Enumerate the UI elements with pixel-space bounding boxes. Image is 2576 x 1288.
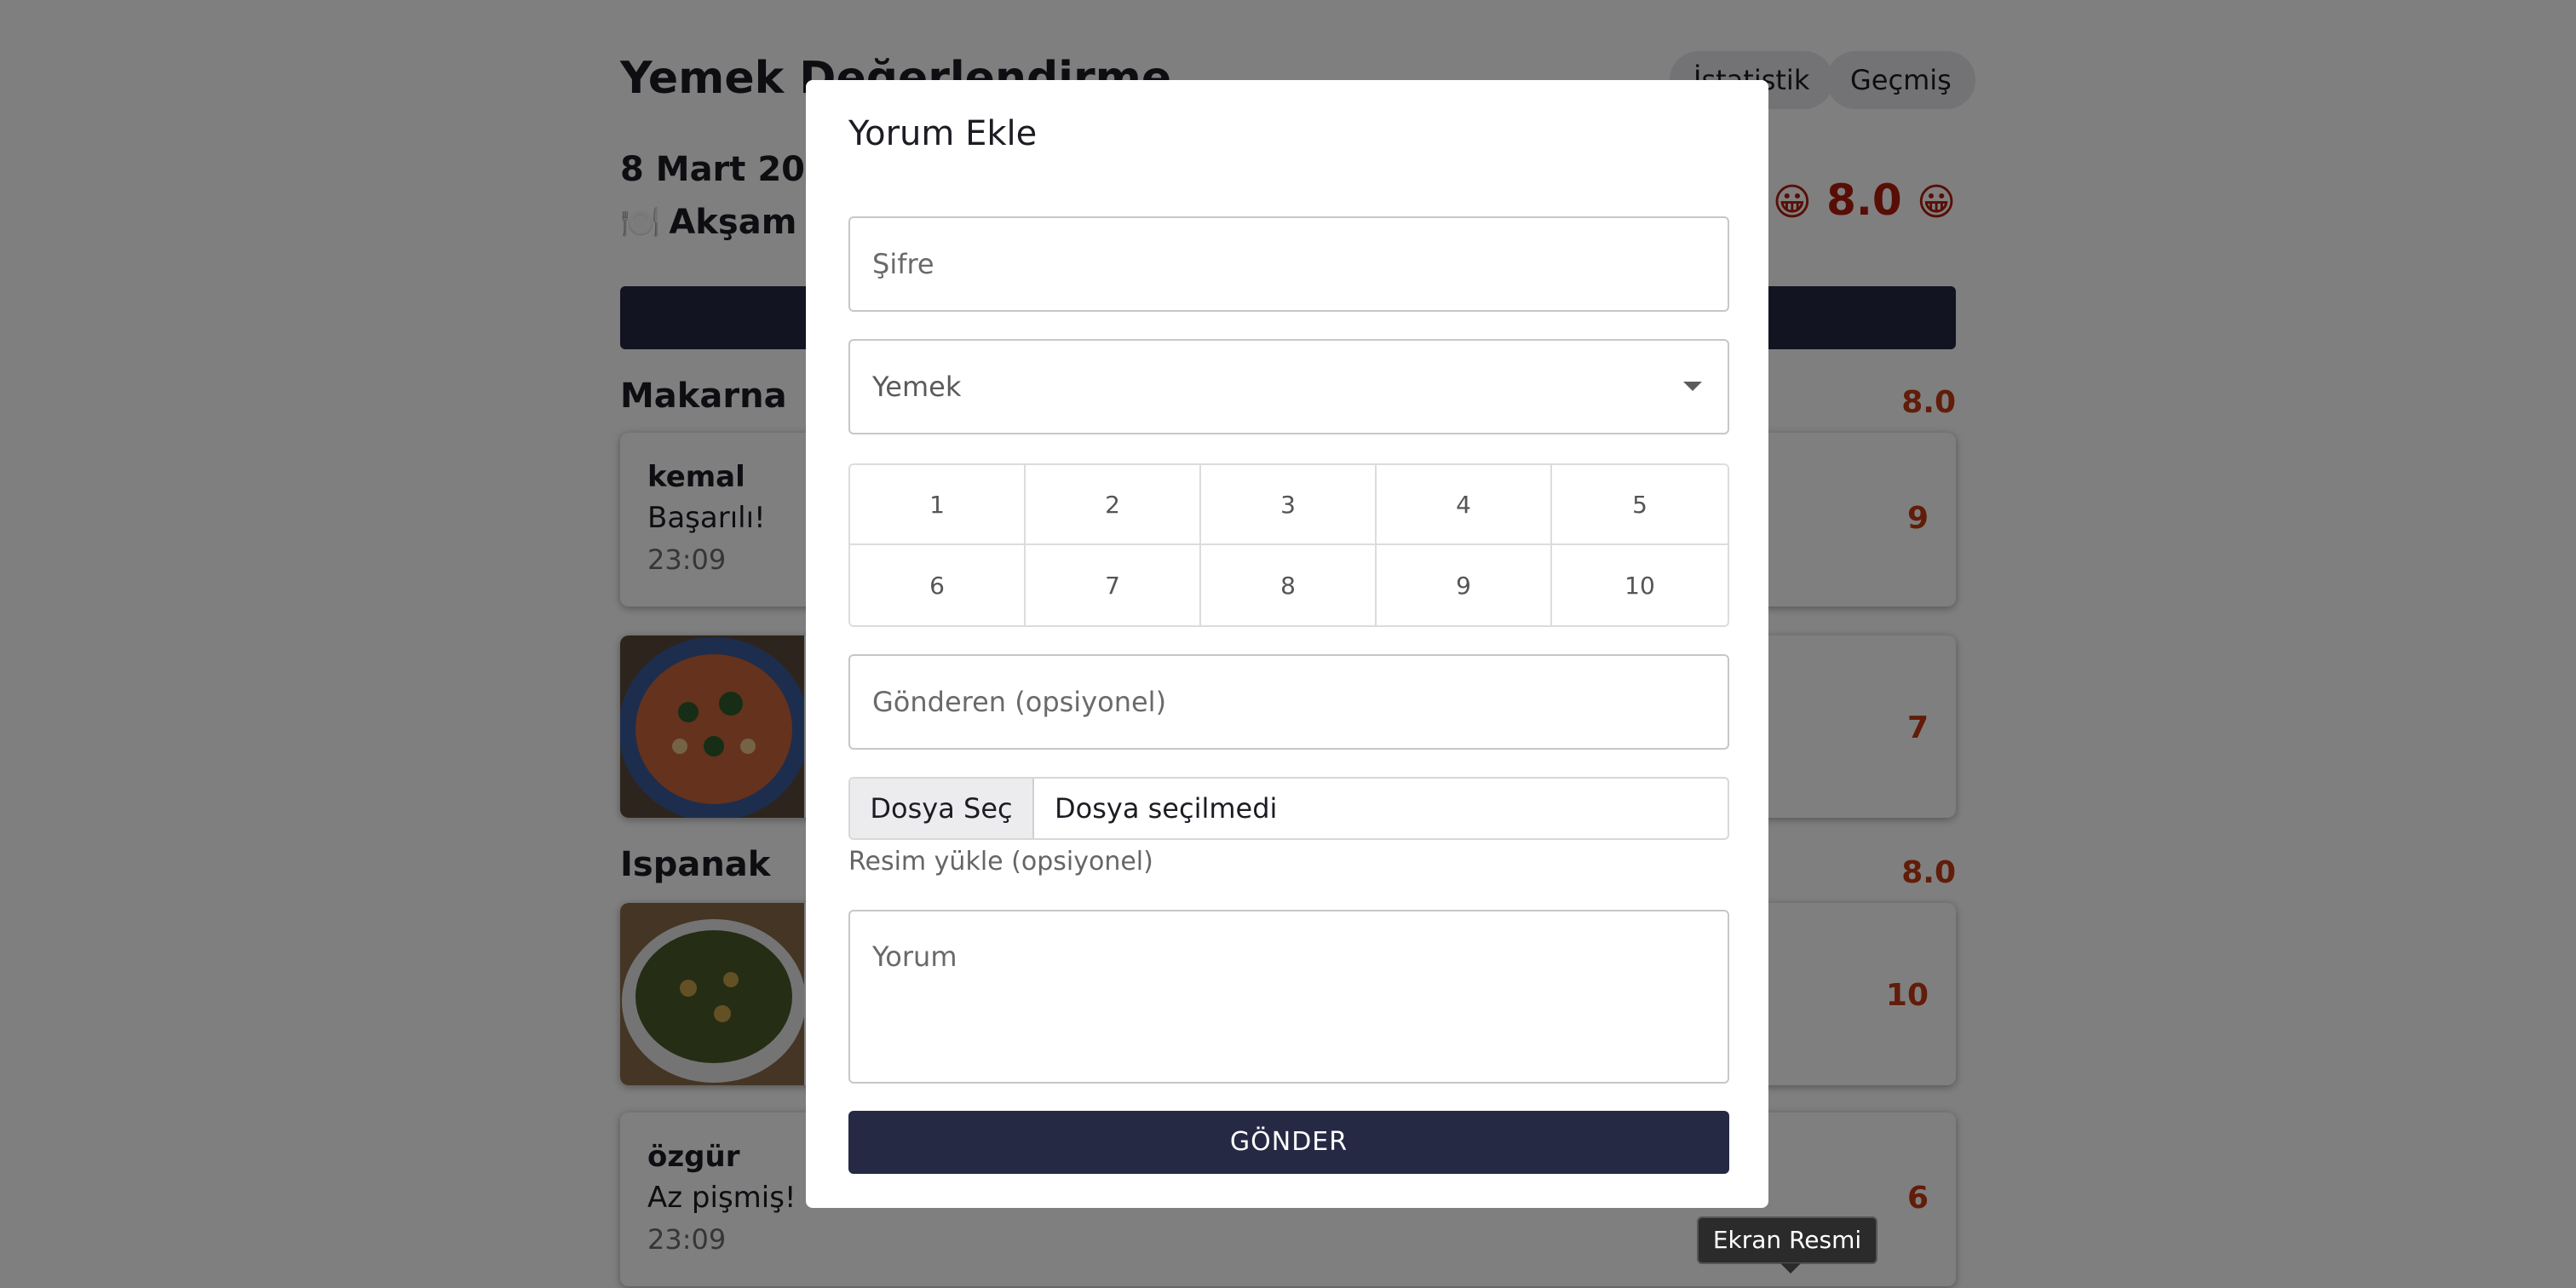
file-status: Dosya seçilmedi bbox=[1055, 792, 1278, 825]
rating-selector: 1 2 3 4 5 6 7 8 9 10 bbox=[848, 463, 1729, 627]
submit-button[interactable]: GÖNDER bbox=[848, 1111, 1729, 1174]
rating-option-6[interactable]: 6 bbox=[850, 545, 1026, 625]
rating-option-10[interactable]: 10 bbox=[1552, 545, 1728, 625]
comment-field[interactable] bbox=[848, 910, 1729, 1084]
screenshot-tooltip: Ekran Resmi bbox=[1697, 1216, 1877, 1274]
rating-option-3[interactable]: 3 bbox=[1201, 465, 1377, 545]
rating-option-1[interactable]: 1 bbox=[850, 465, 1026, 545]
password-field[interactable] bbox=[848, 216, 1729, 312]
food-select-value: Yemek bbox=[872, 371, 962, 403]
choose-file-button[interactable]: Dosya Seç bbox=[850, 779, 1034, 838]
sender-field[interactable] bbox=[848, 654, 1729, 750]
file-help-text: Resim yükle (opsiyonel) bbox=[848, 847, 1153, 877]
comment-textarea[interactable] bbox=[850, 911, 1728, 1082]
password-input[interactable] bbox=[850, 218, 1728, 310]
file-input[interactable]: Dosya Seç Dosya seçilmedi bbox=[848, 777, 1729, 840]
rating-option-8[interactable]: 8 bbox=[1201, 545, 1377, 625]
food-select[interactable]: Yemek bbox=[848, 339, 1729, 434]
rating-option-2[interactable]: 2 bbox=[1026, 465, 1201, 545]
sender-input[interactable] bbox=[850, 656, 1728, 748]
rating-option-5[interactable]: 5 bbox=[1552, 465, 1728, 545]
rating-option-7[interactable]: 7 bbox=[1026, 545, 1201, 625]
add-comment-modal: Yorum Ekle Yemek 1 2 3 4 5 6 7 8 9 10 Do… bbox=[806, 80, 1768, 1208]
chevron-down-icon bbox=[1683, 382, 1702, 391]
modal-title: Yorum Ekle bbox=[848, 114, 1038, 153]
rating-option-4[interactable]: 4 bbox=[1377, 465, 1552, 545]
rating-option-9[interactable]: 9 bbox=[1377, 545, 1552, 625]
